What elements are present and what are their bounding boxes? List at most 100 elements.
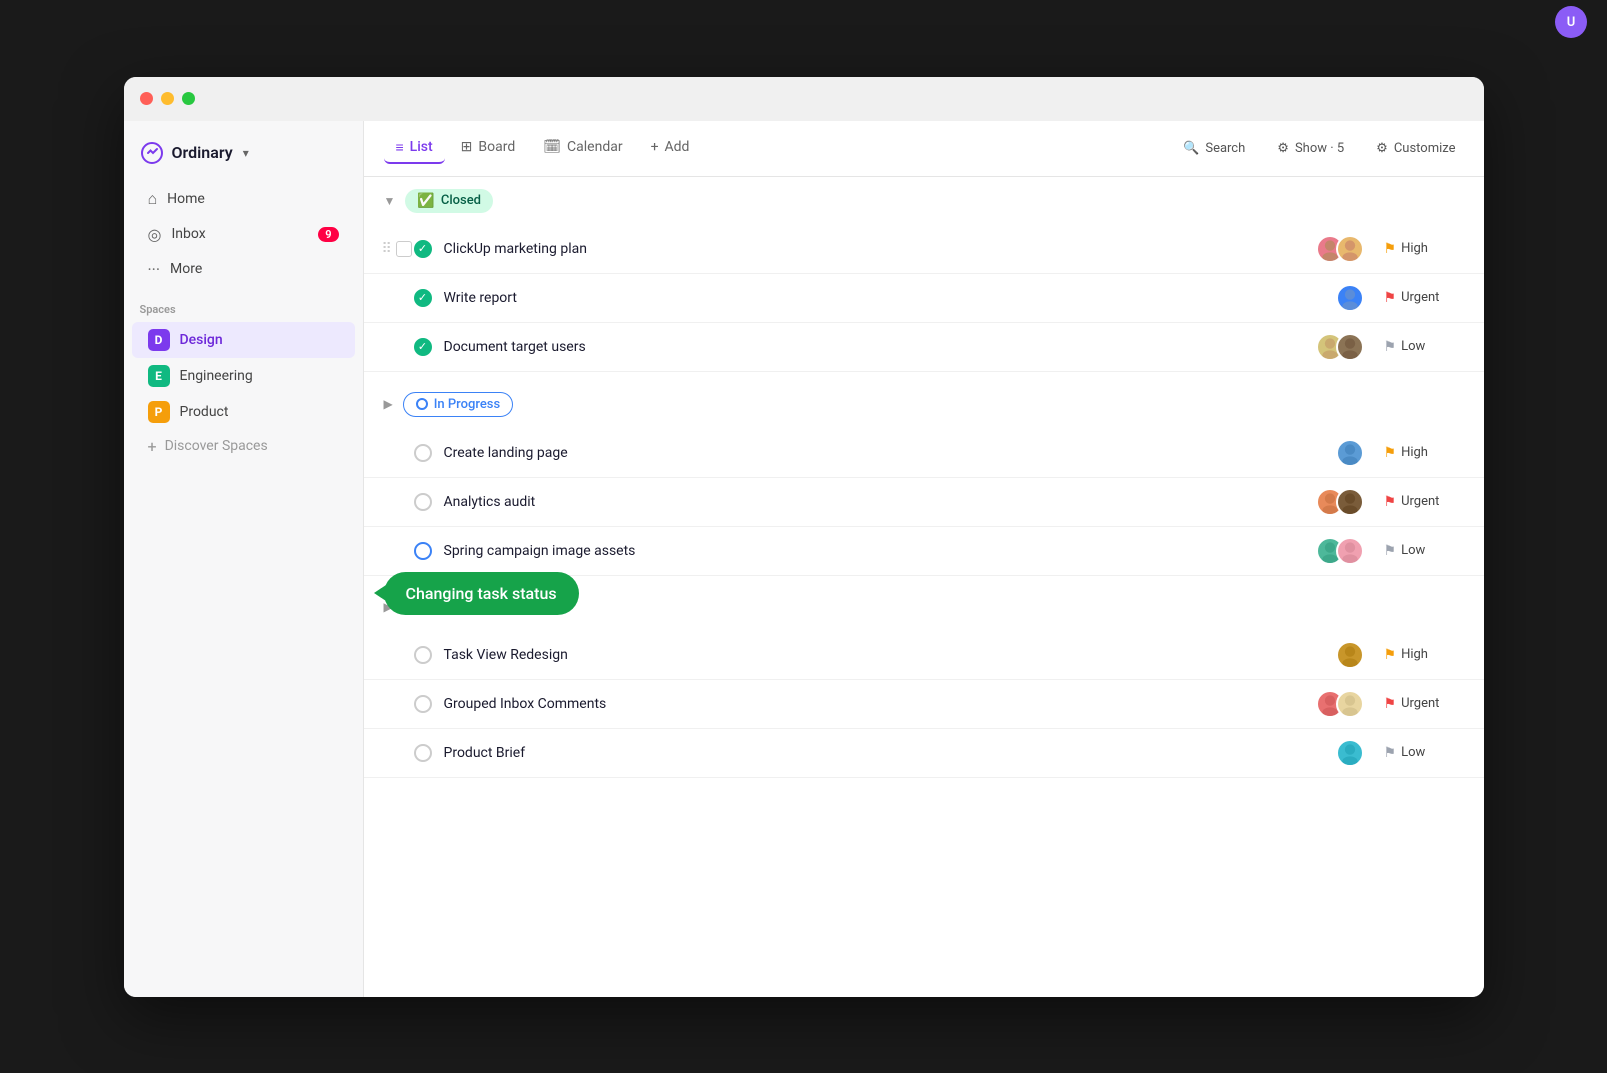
avatar [1336, 537, 1364, 565]
priority-label: Low [1401, 745, 1425, 760]
task-name: Spring campaign image assets [444, 543, 1304, 559]
priority-label: Low [1401, 339, 1425, 354]
design-space-icon: D [148, 329, 170, 351]
sidebar-item-product[interactable]: P Product [132, 394, 355, 430]
task-status-icon[interactable] [414, 542, 432, 560]
show-icon: ⚙ [1277, 141, 1289, 156]
in-progress-chevron-icon: ▶ [384, 397, 393, 411]
customize-label: Customize [1394, 141, 1456, 156]
task-status-icon[interactable]: ✓ [414, 240, 432, 258]
close-button[interactable] [140, 92, 153, 105]
sidebar: Ordinary ▾ ⌂ Home ◎ Inbox 9 ··· More Spa… [124, 121, 364, 997]
task-assignees [1316, 235, 1364, 263]
engineering-space-icon: E [148, 365, 170, 387]
closed-chevron-icon: ▼ [384, 194, 396, 208]
priority-label: Urgent [1401, 494, 1439, 509]
task-priority: ⚑ High [1384, 241, 1464, 257]
show-button[interactable]: ⚙ Show · 5 [1269, 137, 1352, 160]
task-row-with-tooltip[interactable]: Spring campaign image assets ⚑ Low [364, 527, 1484, 576]
show-label: Show · 5 [1295, 141, 1344, 156]
toolbar: ≡ List ⊞ Board 🗓 Calendar + Add 🔍 [364, 121, 1484, 177]
task-status-icon[interactable]: ✓ [414, 289, 432, 307]
sidebar-item-home[interactable]: ⌂ Home [132, 181, 355, 217]
brand-name: Ordinary [172, 143, 233, 162]
app-window: U Ordinary ▾ ⌂ Home ◎ Inbox 9 [124, 77, 1484, 997]
priority-flag-icon: ⚑ [1384, 543, 1397, 559]
search-icon: 🔍 [1183, 141, 1199, 156]
design-space-label: Design [180, 332, 223, 348]
avatar [1336, 739, 1364, 767]
task-name: Analytics audit [444, 494, 1304, 510]
task-assignees [1336, 641, 1364, 669]
task-row[interactable]: Grouped Inbox Comments ⚑ Urgent [364, 680, 1484, 729]
avatar [1336, 284, 1364, 312]
tab-calendar[interactable]: 🗓 Calendar [531, 133, 634, 163]
task-priority: ⚑ Urgent [1384, 494, 1464, 510]
traffic-lights [140, 92, 195, 105]
board-tab-icon: ⊞ [461, 139, 473, 155]
search-button[interactable]: 🔍 Search [1175, 137, 1253, 160]
tooltip-arrow-icon [374, 585, 386, 601]
priority-flag-icon: ⚑ [1384, 241, 1397, 257]
main-content: ≡ List ⊞ Board 🗓 Calendar + Add 🔍 [364, 121, 1484, 997]
list-tab-icon: ≡ [396, 139, 404, 156]
task-row[interactable]: Create landing page ⚑ High [364, 429, 1484, 478]
task-status-icon[interactable] [414, 493, 432, 511]
add-tab-label: Add [665, 139, 690, 155]
tooltip-text: Changing task status [406, 584, 557, 603]
task-status-icon[interactable] [414, 646, 432, 664]
task-priority: ⚑ Urgent [1384, 290, 1464, 306]
tab-board[interactable]: ⊞ Board [449, 133, 528, 163]
sidebar-item-more[interactable]: ··· More [132, 252, 355, 287]
customize-button[interactable]: ⚙ Customize [1368, 137, 1463, 160]
task-status-icon[interactable] [414, 744, 432, 762]
product-space-label: Product [180, 404, 229, 420]
task-list: ▼ ✅ Closed ⠿ ✓ ClickUp marketing plan [364, 177, 1484, 997]
task-row[interactable]: ✓ Document target users ⚑ Low [364, 323, 1484, 372]
minimize-button[interactable] [161, 92, 174, 105]
task-name: ClickUp marketing plan [444, 241, 1304, 257]
task-priority: ⚑ Urgent [1384, 696, 1464, 712]
tab-add[interactable]: + Add [639, 133, 702, 163]
changing-task-status-tooltip: Changing task status [384, 572, 579, 615]
task-row[interactable]: ✓ Write report ⚑ Urgent [364, 274, 1484, 323]
sidebar-header[interactable]: Ordinary ▾ [124, 133, 363, 181]
engineering-space-label: Engineering [180, 368, 253, 384]
priority-label: Low [1401, 543, 1425, 558]
group-header-closed[interactable]: ▼ ✅ Closed [364, 177, 1484, 225]
priority-flag-icon: ⚑ [1384, 647, 1397, 663]
in-progress-circle-icon [416, 398, 428, 410]
task-row[interactable]: Analytics audit ⚑ Urgent [364, 478, 1484, 527]
board-tab-label: Board [478, 139, 515, 155]
task-row[interactable]: ⠿ ✓ ClickUp marketing plan ⚑ [364, 225, 1484, 274]
task-assignees [1316, 333, 1364, 361]
titlebar: U [124, 77, 1484, 121]
drag-handle-icon: ⠿ [382, 241, 392, 257]
task-checkbox-square[interactable] [396, 241, 412, 257]
priority-label: High [1401, 445, 1428, 460]
closed-check-icon: ✅ [417, 193, 434, 209]
maximize-button[interactable] [182, 92, 195, 105]
task-status-icon[interactable] [414, 695, 432, 713]
group-header-in-progress[interactable]: ▶ In Progress [364, 380, 1484, 429]
list-tab-label: List [410, 139, 433, 155]
task-assignees [1336, 739, 1364, 767]
task-name: Product Brief [444, 745, 1324, 761]
task-priority: ⚑ Low [1384, 745, 1464, 761]
customize-icon: ⚙ [1376, 141, 1388, 156]
sidebar-item-inbox[interactable]: ◎ Inbox 9 [132, 217, 355, 252]
tab-list[interactable]: ≡ List [384, 133, 445, 164]
task-status-icon[interactable] [414, 444, 432, 462]
priority-label: High [1401, 241, 1428, 256]
inbox-badge: 9 [318, 227, 338, 242]
task-priority: ⚑ High [1384, 445, 1464, 461]
sidebar-item-design[interactable]: D Design [132, 322, 355, 358]
task-hover-icons: ⠿ [382, 241, 412, 257]
discover-spaces-button[interactable]: + Discover Spaces [132, 430, 355, 463]
task-status-icon[interactable]: ✓ [414, 338, 432, 356]
task-row[interactable]: Product Brief ⚑ Low [364, 729, 1484, 778]
priority-flag-icon: ⚑ [1384, 445, 1397, 461]
task-row[interactable]: Task View Redesign ⚑ High [364, 631, 1484, 680]
sidebar-item-engineering[interactable]: E Engineering [132, 358, 355, 394]
task-name: Create landing page [444, 445, 1324, 461]
